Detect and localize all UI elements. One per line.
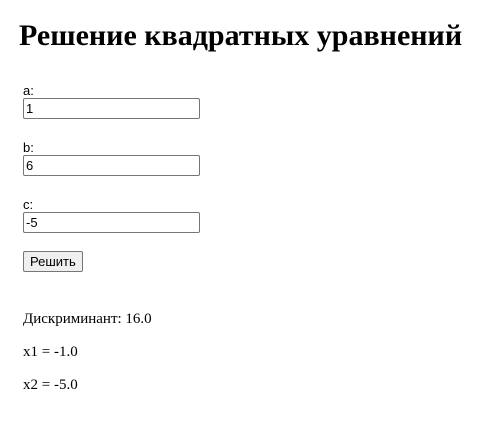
field-a: a: — [23, 84, 200, 119]
field-b: b: — [23, 141, 200, 176]
field-c: c: — [23, 198, 200, 233]
discriminant-result: Дискриминант: 16.0 — [23, 311, 152, 327]
coefficient-c-input[interactable] — [23, 212, 200, 233]
field-b-label: b: — [23, 140, 34, 155]
solve-button[interactable]: Решить — [23, 251, 83, 272]
coefficient-b-input[interactable] — [23, 155, 200, 176]
coefficient-a-input[interactable] — [23, 98, 200, 119]
field-c-label: c: — [23, 197, 34, 212]
page-title: Решение квадратных уравнений — [19, 19, 463, 52]
root-x1-result: x1 = -1.0 — [23, 344, 78, 360]
root-x2-result: x2 = -5.0 — [23, 377, 78, 393]
field-a-label: a: — [23, 83, 34, 98]
